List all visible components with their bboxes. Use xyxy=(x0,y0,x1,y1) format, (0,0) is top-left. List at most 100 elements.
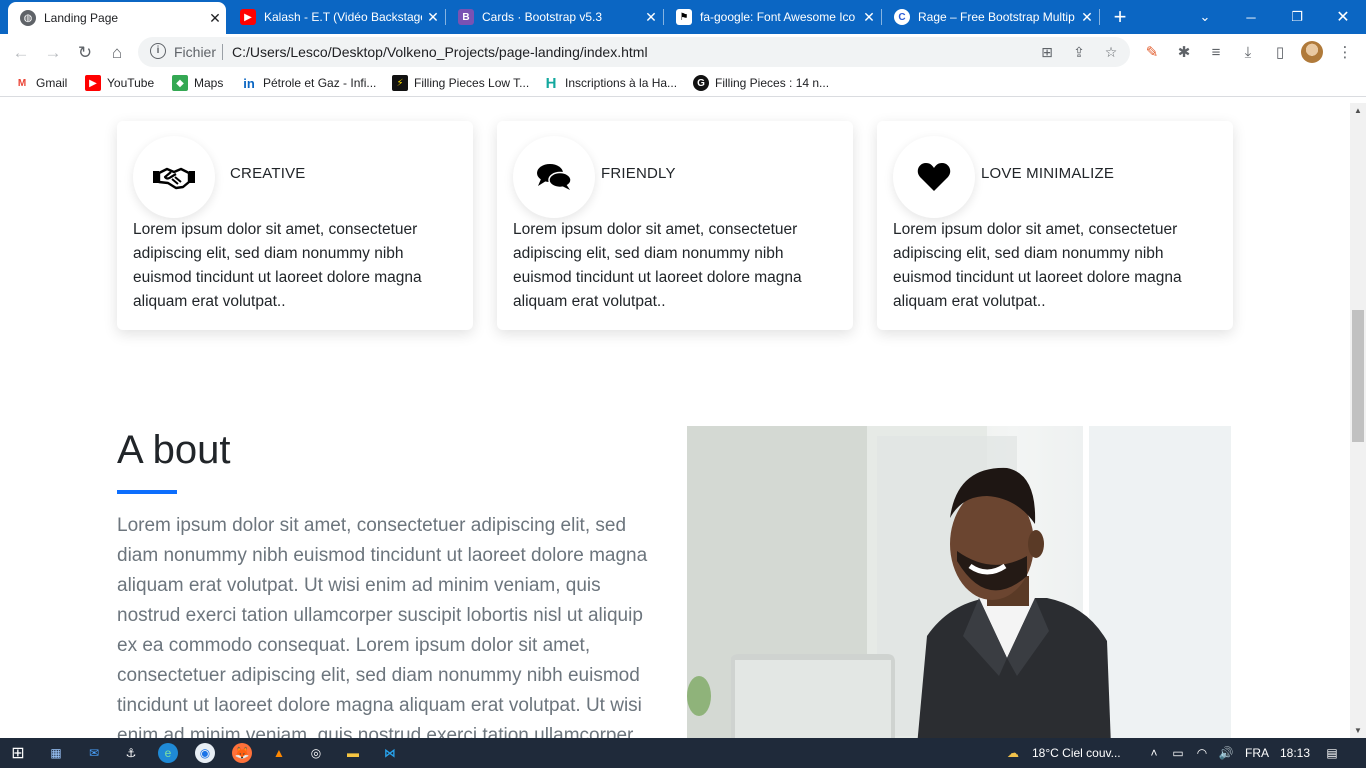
restore-button[interactable]: ❐ xyxy=(1274,0,1320,34)
url-separator xyxy=(222,44,223,60)
home-icon[interactable]: ⌂ xyxy=(106,42,128,64)
icon-circle xyxy=(133,136,215,218)
title-underline xyxy=(117,490,177,494)
scroll-down-arrow-icon[interactable]: ▼ xyxy=(1354,726,1362,735)
rage-icon: C xyxy=(894,9,910,25)
tray-chevron-icon[interactable]: ˄ xyxy=(1144,743,1164,763)
card-title: CREATIVE xyxy=(230,165,306,182)
close-window-button[interactable]: ✕ xyxy=(1320,0,1366,34)
scroll-up-arrow-icon[interactable]: ▲ xyxy=(1354,106,1362,115)
clock[interactable]: 18:13 xyxy=(1280,746,1310,760)
bookmark-label: Pétrole et Gaz - Infi... xyxy=(263,76,377,90)
translate-icon[interactable]: ⊞ xyxy=(1038,43,1056,61)
bookmark-petrole-gaz[interactable]: in Pétrole et Gaz - Infi... xyxy=(241,75,376,91)
bookmark-filling-pieces-14[interactable]: G Filling Pieces : 14 n... xyxy=(693,75,829,91)
bootstrap-icon: B xyxy=(458,9,474,25)
close-tab-icon[interactable]: ✕ xyxy=(422,9,444,26)
bookmark-maps[interactable]: ◆ Maps xyxy=(172,75,223,91)
tab-font-awesome[interactable]: ⚑ fa-google: Font Awesome Ico ✕ xyxy=(664,0,880,34)
filling-pieces-icon: ⚡ xyxy=(392,75,408,91)
media-player-icon[interactable]: ◎ xyxy=(306,743,326,763)
star-icon[interactable]: ☆ xyxy=(1102,43,1120,61)
icon-circle xyxy=(513,136,595,218)
tab-landing-page[interactable]: ◍ Landing Page ✕ xyxy=(8,2,226,34)
card-text: Lorem ipsum dolor sit amet, consectetuer… xyxy=(133,221,422,310)
wifi-icon[interactable]: ◠ xyxy=(1192,743,1212,763)
close-tab-icon[interactable]: ✕ xyxy=(204,10,226,27)
gmail-icon: M xyxy=(17,77,27,89)
url-text[interactable]: C:/Users/Lesco/Desktop/Volkeno_Projects/… xyxy=(232,44,648,60)
feature-card-creative: CREATIVE Lorem ipsum dolor sit amet, con… xyxy=(117,121,473,330)
battery-icon[interactable]: ▭ xyxy=(1168,743,1188,763)
tab-title: Rage – Free Bootstrap Multip xyxy=(918,10,1075,24)
notifications-icon[interactable]: ▤ xyxy=(1322,743,1342,763)
page-viewport: CREATIVE Lorem ipsum dolor sit amet, con… xyxy=(0,103,1350,738)
about-title: A bout xyxy=(117,428,231,472)
tab-strip: ◍ Landing Page ✕ ▶ Kalash - E.T (Vidéo B… xyxy=(0,0,1366,34)
tab-rage[interactable]: C Rage – Free Bootstrap Multip ✕ xyxy=(882,0,1098,34)
scrollbar-thumb[interactable] xyxy=(1352,310,1364,442)
h-icon: H xyxy=(545,74,557,92)
youtube-icon: ▶ xyxy=(85,75,101,91)
info-icon[interactable]: i xyxy=(150,43,166,59)
bookmark-inscriptions[interactable]: H Inscriptions à la Ha... xyxy=(543,74,678,92)
bookmark-filling-pieces-low[interactable]: ⚡ Filling Pieces Low T... xyxy=(392,75,529,91)
media-icon[interactable]: ≡ xyxy=(1205,42,1227,64)
windows-start-icon[interactable]: ⊞ xyxy=(8,743,28,763)
bookmark-gmail[interactable]: M Gmail xyxy=(14,75,68,91)
bookmark-label: Inscriptions à la Ha... xyxy=(565,76,678,90)
url-scheme: Fichier xyxy=(174,44,217,60)
card-text: Lorem ipsum dolor sit amet, consectetuer… xyxy=(513,221,802,310)
bookmark-youtube[interactable]: ▶ YouTube xyxy=(85,75,154,91)
weather-text[interactable]: 18°C Ciel couv... xyxy=(1032,746,1121,760)
feature-card-love-minimalize: LOVE MINIMALIZE Lorem ipsum dolor sit am… xyxy=(877,121,1233,330)
volume-icon[interactable]: 🔊 xyxy=(1216,743,1236,763)
mail-icon[interactable]: ✉ xyxy=(84,743,104,763)
profile-avatar[interactable] xyxy=(1301,41,1323,63)
close-tab-icon[interactable]: ✕ xyxy=(1076,9,1098,26)
firefox-icon[interactable]: 🦊 xyxy=(232,743,252,763)
bookmark-label: Maps xyxy=(194,76,224,90)
close-tab-icon[interactable]: ✕ xyxy=(858,9,880,26)
vertical-scrollbar[interactable]: ▲ ▼ xyxy=(1350,103,1366,738)
back-icon[interactable]: ← xyxy=(10,42,32,64)
bookmarks-bar: M Gmail ▶ YouTube ◆ Maps in Pétrole et G… xyxy=(0,71,1366,97)
color-picker-icon[interactable]: ✎ xyxy=(1141,42,1163,64)
bookmark-label: Gmail xyxy=(36,76,68,90)
windows-taskbar: ⊞ ▦ ✉ ⚓ e ◉ 🦊 ▲ ◎ ▬ ⋈ ☁ 18°C Ciel couv..… xyxy=(0,738,1366,768)
edge-icon[interactable]: e xyxy=(158,743,178,763)
comments-icon xyxy=(537,164,572,190)
weather-icon[interactable]: ☁ xyxy=(1003,743,1023,763)
tab-bootstrap-cards[interactable]: B Cards · Bootstrap v5.3 ✕ xyxy=(446,0,662,34)
tab-youtube[interactable]: ▶ Kalash - E.T (Vidéo Backstage ✕ xyxy=(228,0,444,34)
card-title: LOVE MINIMALIZE xyxy=(981,165,1115,182)
store-icon[interactable]: ▦ xyxy=(46,743,66,763)
language-indicator[interactable]: FRA xyxy=(1245,746,1269,760)
minimize-button[interactable]: ─ xyxy=(1228,0,1274,34)
browser-toolbar: ← → ↻ ⌂ i Fichier C:/Users/Lesco/Desktop… xyxy=(0,34,1366,71)
bookmark-label: YouTube xyxy=(107,76,155,90)
vscode-icon[interactable]: ⋈ xyxy=(380,743,400,763)
heart-icon xyxy=(917,163,951,191)
file-explorer-icon[interactable]: ▬ xyxy=(343,743,363,763)
new-tab-button[interactable]: + xyxy=(1108,4,1132,30)
side-panel-icon[interactable]: ▯ xyxy=(1269,42,1291,64)
extensions-icon[interactable]: ✱ xyxy=(1173,42,1195,64)
feature-card-friendly: FRIENDLY Lorem ipsum dolor sit amet, con… xyxy=(497,121,853,330)
maps-icon: ◆ xyxy=(172,75,188,91)
forward-icon[interactable]: → xyxy=(42,42,64,64)
close-tab-icon[interactable]: ✕ xyxy=(640,9,662,26)
menu-icon[interactable]: ⋮ xyxy=(1334,42,1356,64)
download-icon[interactable]: ⤓ xyxy=(1237,42,1259,64)
chrome-icon[interactable]: ◉ xyxy=(195,743,215,763)
app-icon[interactable]: ⚓ xyxy=(121,743,141,763)
globe-icon: ◍ xyxy=(20,10,36,26)
tab-search-icon[interactable]: ⌄ xyxy=(1182,0,1228,34)
reload-icon[interactable]: ↻ xyxy=(74,42,96,64)
youtube-icon: ▶ xyxy=(240,9,256,25)
card-text: Lorem ipsum dolor sit amet, consectetuer… xyxy=(893,221,1182,310)
flag-icon: ⚑ xyxy=(676,9,692,25)
vlc-icon[interactable]: ▲ xyxy=(269,743,289,763)
share-icon[interactable]: ⇪ xyxy=(1070,43,1088,61)
address-bar[interactable]: i Fichier C:/Users/Lesco/Desktop/Volkeno… xyxy=(138,37,1130,67)
